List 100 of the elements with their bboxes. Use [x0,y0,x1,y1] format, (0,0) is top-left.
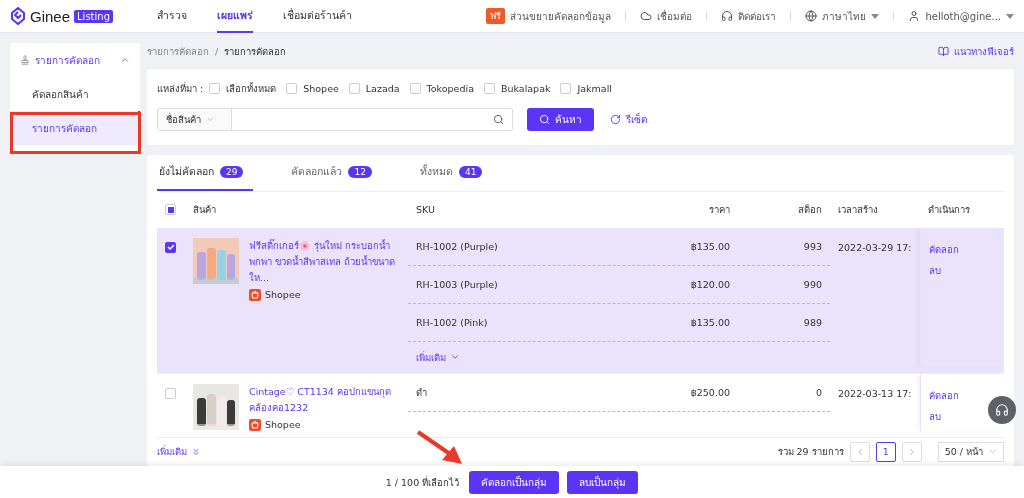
total-count: รวม 29 รายการ [777,445,844,460]
platform-label: Shopee [265,419,301,431]
bulk-copy-button[interactable]: คัดลอกเป็นกลุ่ม [469,470,560,494]
cloud-icon [640,10,653,22]
column-header: ดำเนินการ [927,203,971,218]
chevron-down-icon [206,115,215,124]
action-link[interactable]: คัดลอก [929,387,959,403]
price-cell-text: ฿120.00 [689,278,731,290]
checkbox-label: Tokopedia [426,83,474,94]
checkbox-label: Jakmall [577,83,612,94]
language-menu[interactable]: ภาษาไทย [805,8,880,24]
more-link[interactable]: เพิ่มเติม [408,341,830,367]
column-header: สินค้า [192,203,217,218]
checkbox[interactable] [286,83,298,94]
logo-icon [10,7,26,25]
search-button[interactable]: ค้นหา [527,108,594,131]
headset-icon [721,10,734,22]
source-label: แหล่งที่มา : [157,81,204,96]
count-badge: 41 [458,165,483,178]
extension-label: ส่วนขยายคัดลอกข้อมูล [510,9,612,24]
status-tab[interactable]: ทั้งหมด 41 [417,155,493,191]
extension-link[interactable]: ฟรี ส่วนขยายคัดลอกข้อมูล [486,8,612,24]
tab-label: ยังไม่คัดลอก [159,164,214,180]
tab-label: ทั้งหมด [419,163,453,180]
sku-cell-text: RH-1002 (Purple) [415,240,499,252]
contact-menu[interactable]: ติดต่อเรา [721,8,777,24]
select-all-checkbox[interactable] [165,204,176,216]
product-title[interactable]: Cintage♡ CT1134 คอปกแขนกุดคล้องคอ1232 [249,383,400,416]
action-link[interactable]: ลบ [929,408,941,424]
user-icon [908,10,921,22]
column-header: SKU [415,204,436,216]
search-field[interactable]: ชื่อสินค้า [157,108,513,131]
headset-icon [995,403,1009,417]
breadcrumb-current: รายการคัดลอก [224,44,287,59]
row-checkbox[interactable] [165,241,176,253]
contact-label: ติดต่อเรา [738,9,777,24]
checkbox[interactable] [348,83,360,94]
account-label: helloth@gine... [925,10,1001,22]
breadcrumb-separator: / [215,45,219,57]
connect-menu[interactable]: เชื่อมต่อ [640,8,693,24]
brand-name: Ginee [30,7,71,25]
column-header: สต็อก [797,203,823,218]
stamp-icon [20,55,30,65]
checkbox-label: Bukalapak [500,83,551,94]
checkbox[interactable] [209,83,221,94]
count-badge: 12 [348,165,372,178]
caret-icon [871,13,880,19]
field-select[interactable]: ชื่อสินค้า [158,109,232,130]
page-size-select[interactable]: 50 / หน้า [937,442,1004,462]
search-icon [539,114,550,125]
sidebar-item[interactable]: รายการคัดลอก [10,111,140,145]
sidebar-group[interactable]: รายการคัดลอก [10,43,140,77]
created-cell-text: 2022-03-29 17: [837,240,913,255]
account-menu[interactable]: helloth@gine... [908,10,1014,22]
checkbox[interactable] [483,83,495,94]
checkbox[interactable] [560,83,572,94]
stock-cell-text: 989 [802,316,823,328]
free-badge: ฟรี [486,8,506,24]
more-link[interactable]: เพิ่มเติม [157,444,201,460]
checkbox-label: เลือกทั้งหมด [226,81,277,96]
created-cell-text: 2022-03-13 17: [837,386,913,401]
group-label: รายการคัดลอก [35,53,100,68]
price-cell-text: ฿135.00 [689,316,731,328]
checkbox-label: Lazada [365,83,400,94]
column-header: เวลาสร้าง [837,203,879,218]
caret-icon [1006,13,1014,19]
product-title[interactable]: ฟรีสติ๊กเกอร์🌸 รุ่นใหม่ กระบอกน้ำพกพา ขวดน้ำสีพาสเทล ถ้วยน้ำขนาดให... [249,237,400,286]
next-page-button[interactable] [901,442,922,462]
selection-count: 1 / 100 ที่เลือกไว้ [385,475,460,490]
action-link[interactable]: คัดลอก [929,241,959,257]
sku-cell-text: RH-1002 (Pink) [415,316,489,328]
nav-tab[interactable]: เชื่อมต่อร้านค้า [283,0,352,33]
reset-icon [610,114,621,125]
nav-tab[interactable]: สำรวจ [157,0,187,33]
reset-link[interactable]: รีเซ็ต [610,112,647,127]
previous-page-button[interactable] [849,442,870,462]
status-tab[interactable]: คัดลอกแล้ว 12 [289,155,382,191]
book-icon [938,45,949,57]
count-badge: 29 [220,165,244,178]
stock-cell-text: 990 [802,278,823,290]
column-header: ราคา [708,203,731,218]
double-chevron-icon [191,447,201,457]
platform-label: Shopee [265,289,301,301]
checkbox[interactable] [409,83,421,94]
globe-icon [805,10,818,22]
guide-link[interactable]: แนวทางฟีเจอร์ [938,43,1014,59]
bulk-delete-button[interactable]: ลบเป็นกลุ่ม [567,470,639,494]
shopping-bag-icon [249,418,261,431]
connect-label: เชื่อมต่อ [657,8,693,24]
nav-tab[interactable]: เผยแพร่ [217,0,253,33]
page-button[interactable]: 1 [875,442,896,462]
shopping-bag-icon [249,288,261,301]
search-icon [493,114,504,125]
price-cell-text: ฿250.00 [689,386,731,398]
arrow-annotation [416,430,464,466]
action-link[interactable]: ลบ [929,262,941,278]
stock-cell-text: 993 [802,240,823,252]
price-cell-text: ฿135.00 [689,240,731,252]
checkbox-label: Shopee [303,83,339,94]
status-tab[interactable]: ยังไม่คัดลอก 29 [157,155,254,191]
